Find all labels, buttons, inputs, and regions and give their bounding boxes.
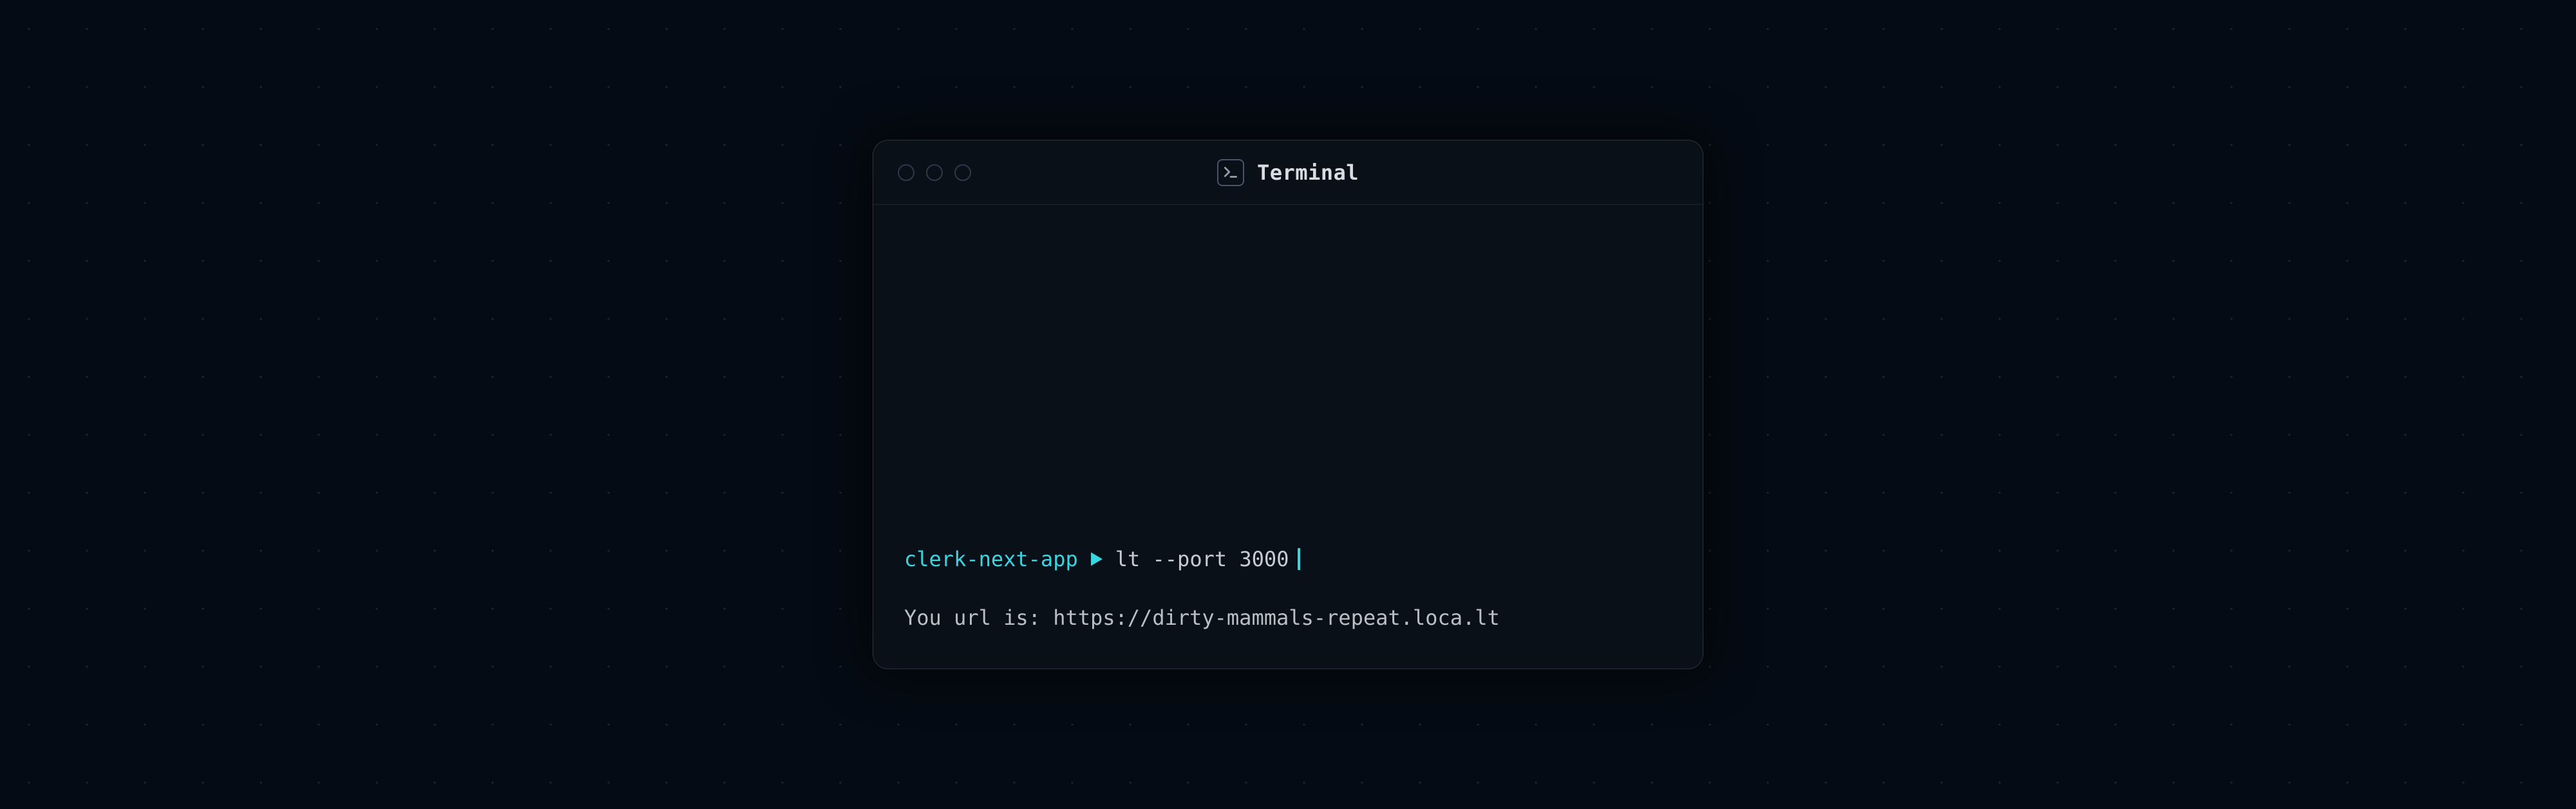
prompt-separator-icon — [1078, 552, 1115, 566]
tab-container: Terminal — [1185, 140, 1391, 204]
minimize-window-button[interactable] — [926, 164, 943, 181]
window-titlebar[interactable]: Terminal — [873, 140, 1703, 205]
maximize-window-button[interactable] — [954, 164, 971, 181]
terminal-window: Terminal clerk-next-app lt --port 3000 Y… — [873, 140, 1703, 669]
terminal-body[interactable]: clerk-next-app lt --port 3000 You url is… — [873, 205, 1703, 669]
close-window-button[interactable] — [898, 164, 914, 181]
terminal-icon — [1217, 159, 1244, 186]
cursor-icon — [1298, 548, 1300, 570]
tab-terminal[interactable]: Terminal — [1185, 140, 1391, 204]
traffic-lights — [873, 164, 971, 181]
tab-label: Terminal — [1257, 160, 1359, 185]
terminal-output-line: You url is: https://dirty-mammals-repeat… — [904, 603, 1672, 633]
prompt-context: clerk-next-app — [904, 544, 1078, 574]
prompt-line: clerk-next-app lt --port 3000 — [904, 544, 1672, 574]
prompt-command: lt --port 3000 — [1115, 544, 1289, 574]
